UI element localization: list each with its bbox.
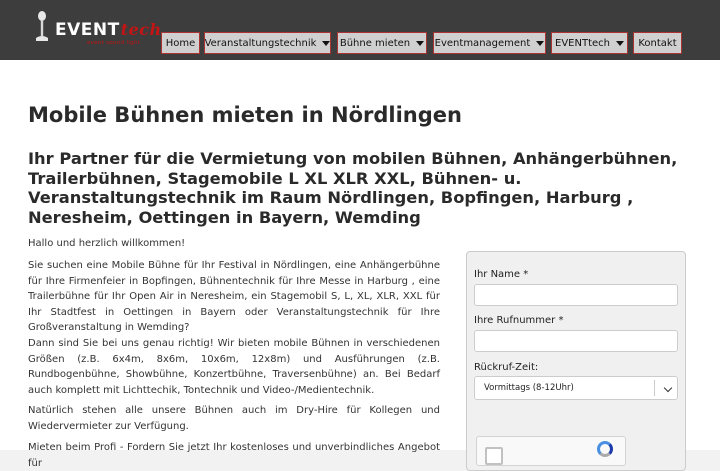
name-label: Ihr Name * xyxy=(474,269,529,280)
chevron-down-icon xyxy=(322,40,331,46)
nav-label: Kontakt xyxy=(638,37,677,49)
microphone-icon xyxy=(36,11,48,41)
phone-label: Ihre Rufnummer * xyxy=(474,315,564,326)
nav-eventtech[interactable]: EVENTtech xyxy=(551,32,628,54)
nav-eventmanagement[interactable]: Eventmanagement xyxy=(433,32,546,54)
logo-tagline: event sound light xyxy=(87,40,141,46)
callback-time-value: Vormittags (8-12Uhr) xyxy=(484,383,574,393)
recaptcha-icon xyxy=(597,441,613,457)
body-paragraph: Sie suchen eine Mobile Bühne für Ihr Fes… xyxy=(28,260,440,334)
nav-label: Eventmanagement xyxy=(434,37,531,49)
nav-label: Bühne mieten xyxy=(339,37,411,49)
nav-label: Home xyxy=(165,37,196,49)
intro-paragraph: Hallo und herzlich willkommen! xyxy=(28,238,186,249)
nav-kontakt[interactable]: Kontakt xyxy=(633,32,682,54)
body-paragraph: Natürlich stehen alle unsere Bühnen auch… xyxy=(28,405,440,432)
nav-label: Veranstaltungstechnik xyxy=(204,37,317,49)
nav-label: EVENTtech xyxy=(555,37,610,49)
page-subtitle: Ihr Partner für die Vermietung von mobil… xyxy=(28,149,678,227)
name-input[interactable] xyxy=(474,284,678,306)
callback-time-label: Rückruf-Zeit: xyxy=(474,362,539,373)
body-paragraph: Mieten beim Profi - Fordern Sie jetzt Ih… xyxy=(28,442,440,469)
body-paragraph: Dann sind Sie bei uns genau richtig! Wir… xyxy=(28,338,440,396)
chevron-down-icon xyxy=(663,383,673,393)
callback-time-select[interactable]: Vormittags (8-12Uhr) xyxy=(474,376,678,400)
chevron-down-icon xyxy=(536,40,545,46)
chevron-down-icon xyxy=(416,40,425,46)
nav-buehne-mieten[interactable]: Bühne mieten xyxy=(337,32,427,54)
chevron-down-icon xyxy=(615,40,624,46)
nav-veranstaltungstechnik[interactable]: Veranstaltungstechnik xyxy=(204,32,331,54)
select-divider xyxy=(654,380,655,396)
site-logo[interactable]: EVENTtech event sound light xyxy=(33,8,161,50)
logo-brand: EVENTtech xyxy=(55,20,162,40)
nav-home[interactable]: Home xyxy=(161,32,200,54)
page-title: Mobile Bühnen mieten in Nördlingen xyxy=(28,103,462,127)
phone-input[interactable] xyxy=(474,330,678,352)
captcha-widget xyxy=(476,436,626,466)
